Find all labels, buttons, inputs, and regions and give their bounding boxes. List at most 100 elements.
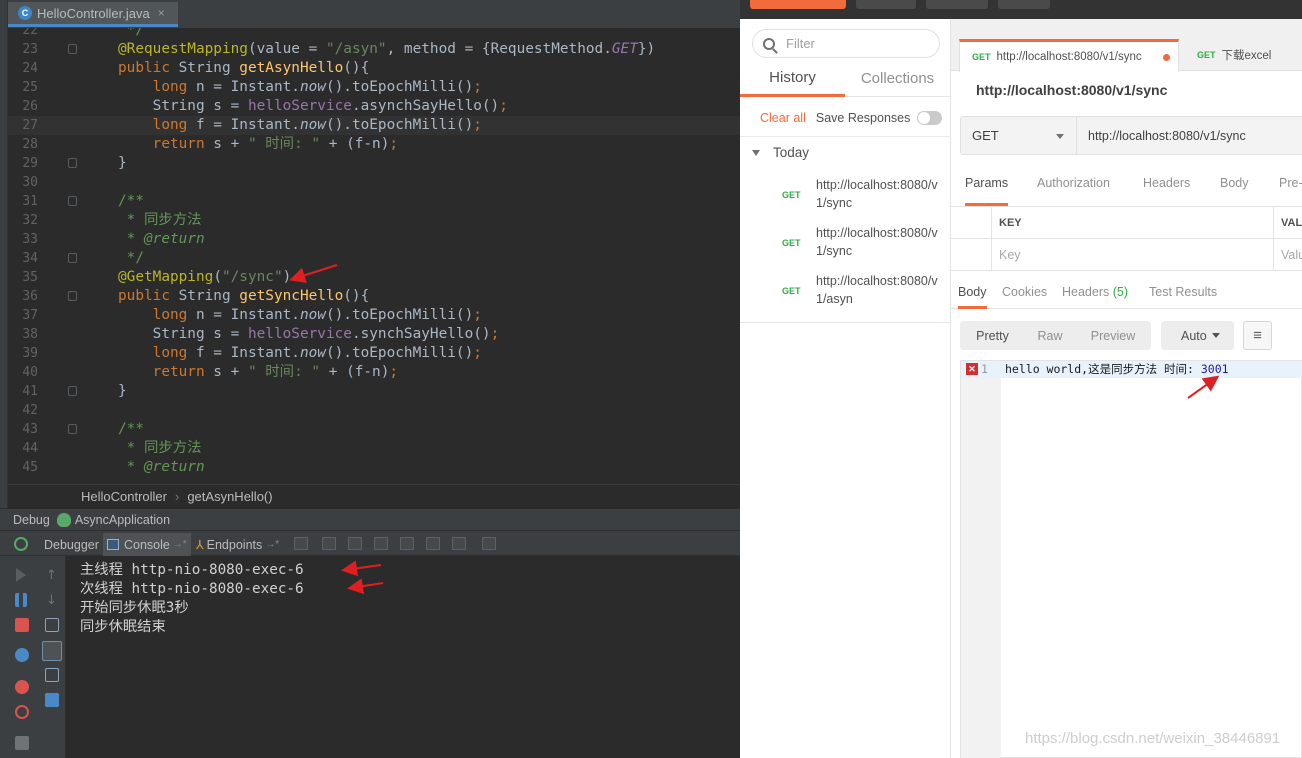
- close-icon[interactable]: ×: [158, 6, 165, 20]
- import-button[interactable]: [856, 0, 916, 9]
- tab-pre-request[interactable]: Pre-: [1279, 176, 1302, 202]
- code-line[interactable]: 41}: [8, 382, 740, 401]
- tab-headers[interactable]: Headers: [1143, 176, 1190, 202]
- new-button[interactable]: [750, 0, 846, 9]
- clear-all-link[interactable]: Clear all: [760, 111, 806, 125]
- code-line[interactable]: 39 long f = Instant.now().toEpochMilli()…: [8, 344, 740, 363]
- breadcrumb-class[interactable]: HelloController: [81, 489, 167, 504]
- response-body-viewer[interactable]: ✕ 1 hello world,这是同步方法 时间: 3001: [960, 360, 1302, 758]
- tab-response-body[interactable]: Body: [958, 285, 987, 309]
- request-tab-active[interactable]: GET http://localhost:8080/v1/sync: [959, 39, 1179, 72]
- code-line[interactable]: 35 @GetMapping("/sync"): [8, 268, 740, 287]
- params-value-input[interactable]: Valu: [1274, 239, 1302, 271]
- history-item[interactable]: GET http://localhost:8080/v1/asyn: [740, 272, 950, 320]
- save-responses-toggle[interactable]: [917, 110, 943, 125]
- code-line[interactable]: 28 return s + " 时间: " + (f-n);: [8, 135, 740, 154]
- tab-response-cookies[interactable]: Cookies: [1002, 285, 1047, 299]
- code-line[interactable]: 22 */: [8, 28, 740, 40]
- tab-test-results[interactable]: Test Results: [1149, 285, 1217, 299]
- breadcrumb-method[interactable]: getAsynHello(): [187, 489, 272, 504]
- code-line[interactable]: 36 public String getSyncHello(){: [8, 287, 740, 306]
- new-window-button[interactable]: [998, 0, 1050, 9]
- code-line[interactable]: 23 @RequestMapping(value = "/asyn", metho…: [8, 40, 740, 59]
- code-line[interactable]: 44 * 同步方法: [8, 439, 740, 458]
- force-step-into-icon[interactable]: [374, 537, 388, 550]
- history-item[interactable]: GET http://localhost:8080/v1/sync: [740, 176, 950, 224]
- fold-marker-icon[interactable]: [68, 386, 77, 396]
- code-line[interactable]: 43 /**: [8, 420, 740, 439]
- debug-toolbar: Debugger Console →* ⅄ Endpoints →*: [0, 530, 740, 556]
- wrap-lines-button[interactable]: ≡: [1243, 321, 1272, 350]
- console-output[interactable]: 主线程 http-nio-8080-exec-6 次线程 http-nio-80…: [66, 556, 740, 758]
- mute-breakpoints-icon[interactable]: [15, 680, 29, 694]
- scroll-to-end-icon[interactable]: [42, 641, 62, 661]
- method-select[interactable]: GET: [960, 116, 1077, 155]
- code-line[interactable]: 34 */: [8, 249, 740, 268]
- pin-icon[interactable]: →*: [265, 539, 279, 550]
- code-line[interactable]: 26 String s = helloService.asynchSayHell…: [8, 97, 740, 116]
- preview-button[interactable]: Preview: [1075, 321, 1151, 350]
- history-item[interactable]: GET http://localhost:8080/v1/sync: [740, 224, 950, 272]
- debug-app-name[interactable]: AsyncApplication: [75, 513, 170, 527]
- filter-input[interactable]: Filter: [752, 29, 940, 58]
- step-over-icon[interactable]: [322, 537, 336, 550]
- tab-params[interactable]: Params: [965, 176, 1009, 206]
- tab-body[interactable]: Body: [1220, 176, 1249, 202]
- pause-icon[interactable]: [15, 593, 27, 607]
- code-line[interactable]: 40 return s + " 时间: " + (f-n);: [8, 363, 740, 382]
- code-line[interactable]: 33 * @return: [8, 230, 740, 249]
- down-arrow-icon[interactable]: ↓: [46, 593, 60, 608]
- code-line[interactable]: 27 long f = Instant.now().toEpochMilli()…: [8, 116, 740, 135]
- code-line[interactable]: 38 String s = helloService.synchSayHello…: [8, 325, 740, 344]
- code-line[interactable]: 30: [8, 173, 740, 192]
- evaluate-expression-icon[interactable]: [482, 537, 496, 550]
- soft-wrap-icon[interactable]: [45, 618, 59, 632]
- clear-all-icon[interactable]: [45, 693, 59, 707]
- history-group-today[interactable]: Today: [752, 145, 809, 160]
- run-to-cursor-icon[interactable]: [452, 537, 466, 550]
- up-arrow-icon[interactable]: ↑: [46, 568, 60, 583]
- tab-authorization[interactable]: Authorization: [1037, 176, 1110, 202]
- fold-marker-icon[interactable]: [68, 158, 77, 168]
- stop-icon[interactable]: [15, 618, 29, 632]
- code-line[interactable]: 24 public String getAsynHello(){: [8, 59, 740, 78]
- code-line[interactable]: 31 /**: [8, 192, 740, 211]
- code-editor[interactable]: 22 */ 23 @RequestMapping(value = "/asyn", …: [8, 28, 740, 484]
- code-line[interactable]: 45 * @return: [8, 458, 740, 477]
- params-key-input[interactable]: Key: [992, 239, 1274, 271]
- runner-button[interactable]: [926, 0, 988, 9]
- fold-marker-icon[interactable]: [68, 424, 77, 434]
- fold-marker-icon[interactable]: [68, 253, 77, 263]
- fold-marker-icon[interactable]: [68, 196, 77, 206]
- tab-debugger[interactable]: Debugger: [40, 533, 103, 556]
- fold-marker-icon[interactable]: [68, 44, 77, 54]
- fold-marker-icon[interactable]: [68, 291, 77, 301]
- format-select[interactable]: Auto: [1161, 321, 1234, 350]
- tab-history[interactable]: History: [740, 61, 845, 97]
- resume-icon[interactable]: [16, 568, 26, 582]
- request-tab[interactable]: GET 下载excel: [1185, 39, 1302, 71]
- tab-console[interactable]: Console →*: [103, 533, 191, 556]
- no-breakpoint-icon[interactable]: [15, 705, 29, 719]
- print-icon[interactable]: [45, 668, 59, 682]
- rerun-icon[interactable]: [14, 537, 28, 551]
- view-breakpoints-icon[interactable]: [15, 648, 29, 662]
- pin-icon[interactable]: →*: [173, 539, 187, 550]
- tab-collections[interactable]: Collections: [845, 61, 950, 97]
- drop-frame-icon[interactable]: [426, 537, 440, 550]
- code-line[interactable]: 42: [8, 401, 740, 420]
- tab-response-headers[interactable]: Headers (5): [1062, 285, 1128, 299]
- url-input[interactable]: http://localhost:8080/v1/sync: [1077, 116, 1302, 155]
- step-into-icon[interactable]: [348, 537, 362, 550]
- code-line[interactable]: 29}: [8, 154, 740, 173]
- pretty-button[interactable]: Pretty: [960, 321, 1025, 350]
- step-out-icon[interactable]: [400, 537, 414, 550]
- code-line[interactable]: 32 * 同步方法: [8, 211, 740, 230]
- raw-button[interactable]: Raw: [1025, 321, 1075, 350]
- camera-icon[interactable]: [15, 736, 29, 750]
- tab-endpoints[interactable]: ⅄ Endpoints →*: [192, 533, 283, 556]
- code-line[interactable]: 37 long n = Instant.now().toEpochMilli()…: [8, 306, 740, 325]
- editor-file-tab[interactable]: C HelloController.java ×: [8, 2, 178, 27]
- code-line[interactable]: 25 long n = Instant.now().toEpochMilli()…: [8, 78, 740, 97]
- show-execution-point-icon[interactable]: [294, 537, 308, 550]
